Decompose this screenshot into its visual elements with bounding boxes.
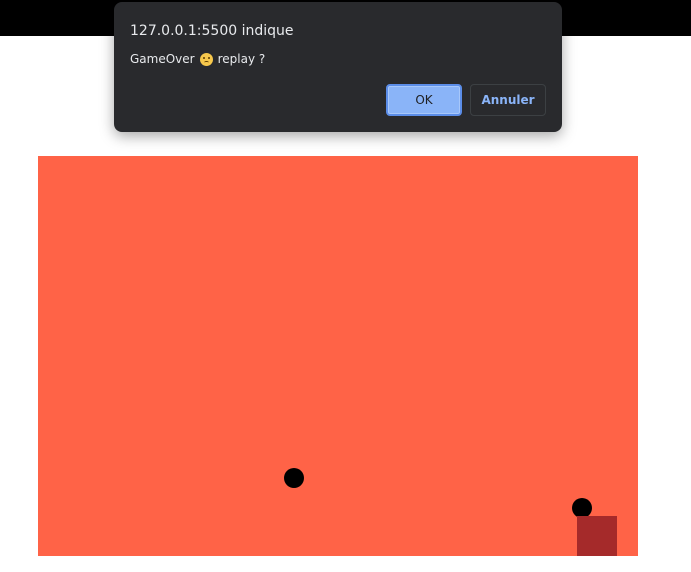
sad-face-icon <box>199 52 213 66</box>
paddle <box>577 516 617 556</box>
sad-face-mouth <box>203 60 209 64</box>
ball <box>284 468 304 488</box>
dialog-message-prefix: GameOver <box>130 52 195 66</box>
ok-button[interactable]: OK <box>386 84 462 116</box>
game-area <box>38 156 638 556</box>
browser-page: 127.0.0.1:5500 indique GameOver replay ?… <box>0 0 691 572</box>
cancel-button[interactable]: Annuler <box>470 84 546 116</box>
browser-alert-dialog: 127.0.0.1:5500 indique GameOver replay ?… <box>114 2 562 132</box>
ball <box>572 498 592 518</box>
dialog-message: GameOver replay ? <box>130 51 265 67</box>
dialog-message-suffix: replay ? <box>217 52 266 66</box>
dialog-actions: OK Annuler <box>386 84 546 116</box>
dialog-title: 127.0.0.1:5500 indique <box>130 23 294 39</box>
